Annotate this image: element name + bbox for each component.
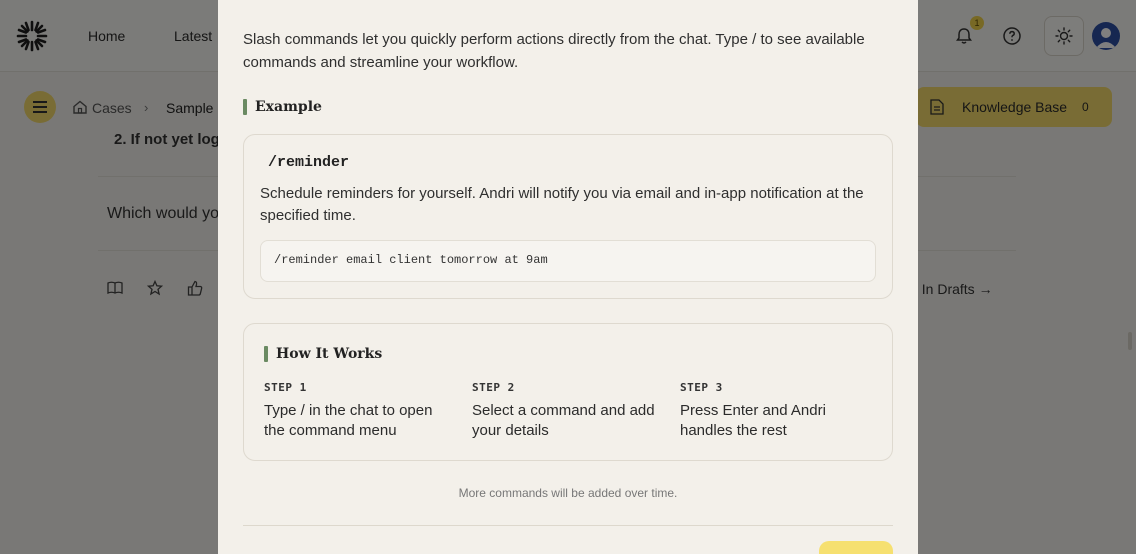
command-description: Schedule reminders for yourself. Andri w… bbox=[260, 185, 864, 224]
command-name: /reminder bbox=[268, 154, 350, 171]
command-example-text: /reminder email client tomorrow at 9am bbox=[274, 253, 548, 267]
step-3: STEP 3 Press Enter and Andri handles the… bbox=[680, 381, 850, 441]
step-text: Press Enter and Andri handles the rest bbox=[680, 402, 826, 439]
command-example-card: /reminder Schedule reminders for yoursel… bbox=[243, 134, 893, 299]
modal-close-button[interactable] bbox=[819, 541, 893, 554]
how-it-works-card: How It Works STEP 1 Type / in the chat t… bbox=[243, 323, 893, 461]
footer-divider bbox=[243, 525, 893, 526]
step-label: STEP 1 bbox=[264, 381, 307, 394]
step-text: Select a command and add your details bbox=[472, 402, 655, 439]
section-accent-bar bbox=[264, 346, 268, 362]
step-2: STEP 2 Select a command and add your det… bbox=[472, 381, 662, 441]
command-example-code: /reminder email client tomorrow at 9am bbox=[260, 240, 876, 282]
step-1: STEP 1 Type / in the chat to open the co… bbox=[264, 381, 454, 441]
section-accent-bar bbox=[243, 99, 247, 115]
modal-intro-text: Slash commands let you quickly perform a… bbox=[243, 31, 865, 71]
step-label: STEP 2 bbox=[472, 381, 515, 394]
slash-commands-modal: Slash commands let you quickly perform a… bbox=[218, 0, 918, 554]
step-text: Type / in the chat to open the command m… bbox=[264, 402, 433, 439]
footer-note: More commands will be added over time. bbox=[458, 486, 678, 500]
how-it-works-title: How It Works bbox=[276, 346, 383, 362]
step-label: STEP 3 bbox=[680, 381, 723, 394]
example-section-title: Example bbox=[255, 99, 322, 115]
